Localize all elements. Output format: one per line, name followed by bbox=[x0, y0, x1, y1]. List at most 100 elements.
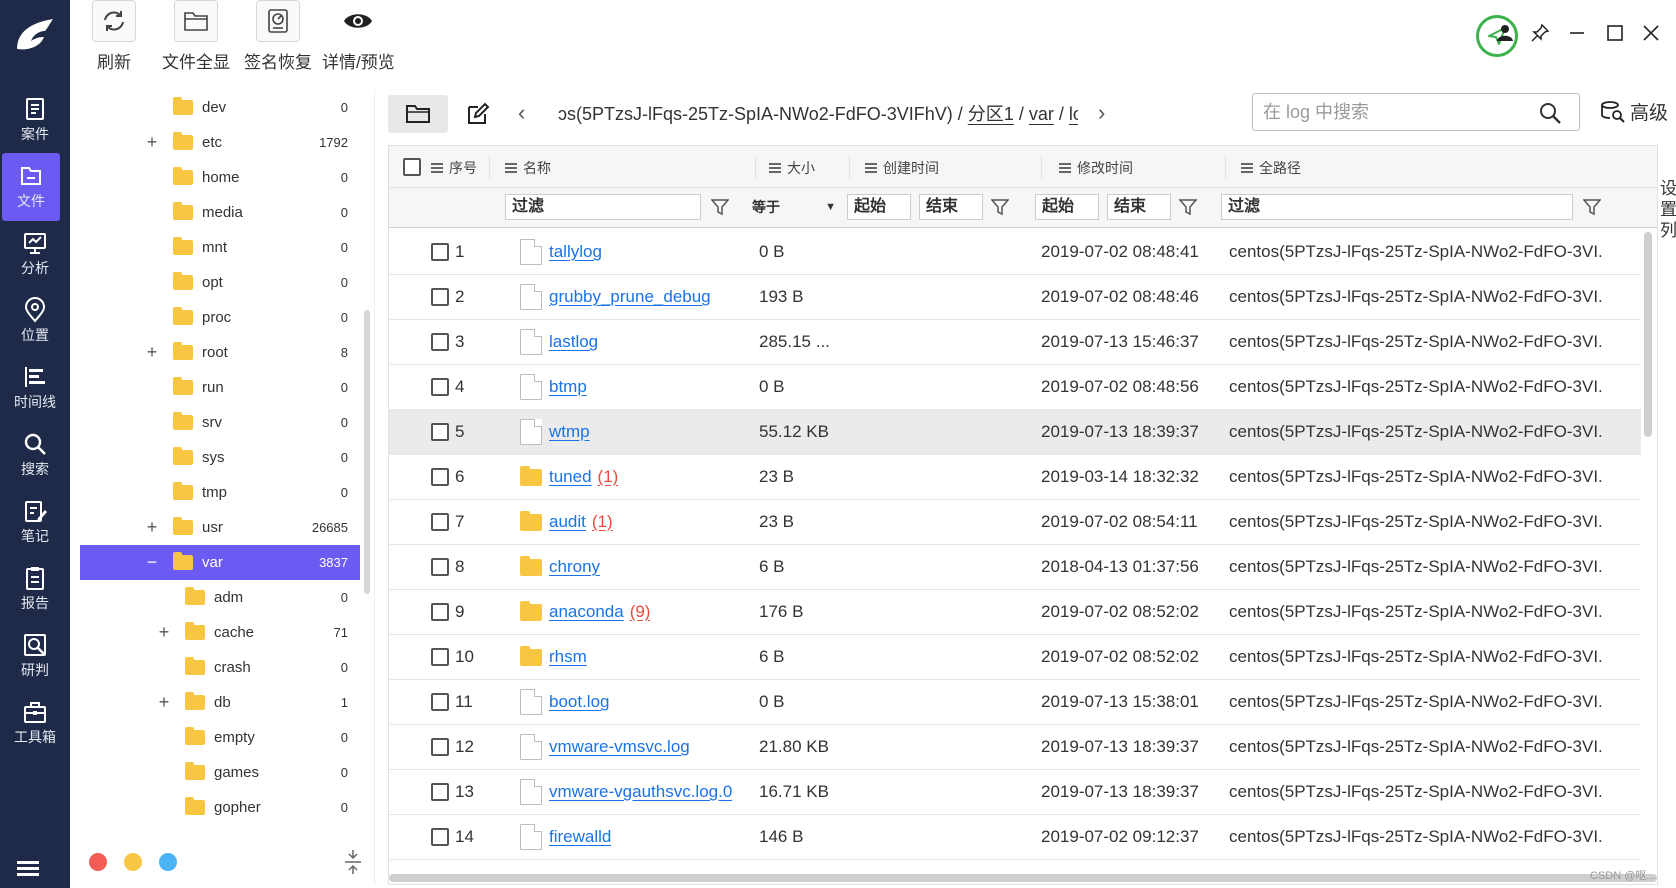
row-checkbox[interactable] bbox=[431, 468, 449, 486]
file-link[interactable]: anaconda bbox=[549, 602, 624, 621]
maximize-icon[interactable] bbox=[1600, 18, 1630, 48]
signature-recover-button[interactable]: 签名恢复 bbox=[244, 0, 312, 73]
child-count-badge[interactable]: (1) bbox=[592, 512, 613, 531]
tree-item[interactable]: empty 0 bbox=[80, 720, 360, 755]
tree-item[interactable]: + db 1 bbox=[80, 685, 360, 720]
collapse-icon[interactable] bbox=[342, 848, 364, 876]
filter-icon[interactable] bbox=[991, 198, 1009, 216]
row-checkbox[interactable] bbox=[431, 648, 449, 666]
table-horizontal-scrollbar[interactable] bbox=[389, 874, 1657, 882]
expand-toggle-icon[interactable]: + bbox=[145, 132, 159, 153]
tree-scrollbar[interactable] bbox=[364, 310, 370, 594]
name-filter-input[interactable]: 过滤 bbox=[505, 194, 701, 220]
row-checkbox[interactable] bbox=[431, 558, 449, 576]
nav-item[interactable]: 报告 bbox=[0, 555, 70, 623]
menu-icon[interactable] bbox=[15, 858, 41, 878]
folder-view-button[interactable] bbox=[388, 95, 448, 133]
tree-item[interactable]: run 0 bbox=[80, 370, 360, 405]
table-row[interactable]: 8 chrony 6 B 2018-04-13 01:37:56 centos(5PTz… bbox=[389, 545, 1641, 590]
file-link[interactable]: audit bbox=[549, 512, 586, 531]
pin-icon[interactable] bbox=[1525, 18, 1555, 48]
tree-item[interactable]: mnt 0 bbox=[80, 230, 360, 265]
show-all-files-button[interactable]: 文件全显 bbox=[162, 0, 230, 73]
file-link[interactable]: vmware-vgauthsvc.log.0 bbox=[549, 782, 732, 801]
row-checkbox[interactable] bbox=[431, 693, 449, 711]
tree-item[interactable]: sys 0 bbox=[80, 440, 360, 475]
tree-item[interactable]: home 0 bbox=[80, 160, 360, 195]
tree-item[interactable]: dev 0 bbox=[80, 90, 360, 125]
status-dot[interactable] bbox=[89, 853, 107, 871]
refresh-button[interactable]: 刷新 bbox=[92, 0, 136, 73]
filter-icon[interactable] bbox=[711, 198, 729, 216]
table-row[interactable]: 12 vmware-vmsvc.log 21.80 KB 2019-07-13 18:… bbox=[389, 725, 1641, 770]
table-row[interactable]: 2 grubby_prune_debug 193 B 2019-07-02 08:48… bbox=[389, 275, 1641, 320]
nav-item[interactable]: 案件 bbox=[0, 86, 70, 154]
breadcrumb-root[interactable]: ɔs(5PTzsJ-lFqs-25Tz-SpIA-NWo2-FdFO-3VIFh… bbox=[558, 104, 953, 124]
close-icon[interactable] bbox=[1636, 18, 1666, 48]
search-input[interactable] bbox=[1263, 100, 1533, 124]
table-row[interactable]: 13 vmware-vgauthsvc.log.0 16.71 KB 2019-07-… bbox=[389, 770, 1641, 815]
table-row[interactable]: 6 tuned (1) 23 B 2019-03-14 18:32:32 centos(5… bbox=[389, 455, 1641, 500]
nav-item[interactable]: 工具箱 bbox=[0, 689, 70, 757]
status-dot[interactable] bbox=[159, 853, 177, 871]
forward-arrow-icon[interactable]: › bbox=[1098, 100, 1105, 126]
table-row[interactable]: 14 firewalld 146 B 2019-07-02 09:12:37 cento… bbox=[389, 815, 1641, 860]
size-operator-select[interactable]: 等于 ▼ bbox=[745, 194, 841, 220]
nav-item[interactable]: 时间线 bbox=[0, 354, 70, 422]
file-link[interactable]: chrony bbox=[549, 557, 600, 576]
child-count-badge[interactable]: (9) bbox=[630, 602, 651, 621]
tree-item[interactable]: opt 0 bbox=[80, 265, 360, 300]
child-count-badge[interactable]: (1) bbox=[598, 467, 619, 486]
tree-item[interactable]: adm 0 bbox=[80, 580, 360, 615]
user-icon[interactable] bbox=[1490, 18, 1520, 48]
table-row[interactable]: 7 audit (1) 23 B 2019-07-02 08:54:11 centos(5… bbox=[389, 500, 1641, 545]
table-row[interactable]: 3 lastlog 285.15 ... 2019-07-13 15:46:37 cen… bbox=[389, 320, 1641, 365]
file-link[interactable]: rhsm bbox=[549, 647, 587, 666]
nav-item[interactable]: 分析 bbox=[0, 220, 70, 288]
path-filter-input[interactable]: 过滤 bbox=[1221, 194, 1573, 220]
column-fullpath[interactable]: 全路径 bbox=[1241, 158, 1301, 178]
column-created[interactable]: 创建时间 bbox=[865, 158, 939, 178]
nav-item[interactable]: 研判 bbox=[0, 622, 70, 690]
status-dot[interactable] bbox=[124, 853, 142, 871]
breadcrumb-log[interactable]: log bbox=[1069, 104, 1078, 124]
tree-item[interactable]: media 0 bbox=[80, 195, 360, 230]
nav-item[interactable]: 位置 bbox=[0, 287, 70, 355]
filter-icon[interactable] bbox=[1179, 198, 1197, 216]
tree-item[interactable]: crash 0 bbox=[80, 650, 360, 685]
breadcrumb-partition[interactable]: 分区1 bbox=[968, 104, 1014, 124]
tree-item[interactable]: tmp 0 bbox=[80, 475, 360, 510]
row-checkbox[interactable] bbox=[431, 513, 449, 531]
tree-item[interactable]: games 0 bbox=[80, 755, 360, 790]
tree-item[interactable]: + root 8 bbox=[80, 335, 360, 370]
row-checkbox[interactable] bbox=[431, 243, 449, 261]
breadcrumb-var[interactable]: var bbox=[1029, 104, 1054, 124]
tree-item[interactable]: + etc 1792 bbox=[80, 125, 360, 160]
nav-item[interactable]: 笔记 bbox=[0, 488, 70, 556]
expand-toggle-icon[interactable]: − bbox=[145, 552, 159, 573]
minimize-icon[interactable] bbox=[1562, 18, 1592, 48]
tree-item[interactable]: + usr 26685 bbox=[80, 510, 360, 545]
file-link[interactable]: tuned bbox=[549, 467, 592, 486]
file-link[interactable]: wtmp bbox=[549, 422, 590, 441]
expand-toggle-icon[interactable]: + bbox=[157, 692, 171, 713]
select-all-checkbox[interactable] bbox=[403, 158, 421, 176]
row-checkbox[interactable] bbox=[431, 333, 449, 351]
tree-item[interactable]: − var 3837 bbox=[80, 545, 360, 580]
modified-end-input[interactable]: 结束 bbox=[1107, 194, 1171, 220]
expand-toggle-icon[interactable]: + bbox=[145, 342, 159, 363]
file-link[interactable]: lastlog bbox=[549, 332, 598, 351]
column-modified[interactable]: 修改时间 bbox=[1059, 158, 1133, 178]
row-checkbox[interactable] bbox=[431, 378, 449, 396]
table-vertical-scrollbar[interactable] bbox=[1644, 232, 1652, 437]
table-row[interactable]: 10 rhsm 6 B 2019-07-02 08:52:02 centos(5PTzs… bbox=[389, 635, 1641, 680]
row-checkbox[interactable] bbox=[431, 828, 449, 846]
modified-start-input[interactable]: 起始 bbox=[1035, 194, 1099, 220]
nav-item[interactable]: 搜索 bbox=[0, 421, 70, 489]
file-link[interactable]: grubby_prune_debug bbox=[549, 287, 711, 306]
filter-icon[interactable] bbox=[1583, 198, 1601, 216]
tree-item[interactable]: proc 0 bbox=[80, 300, 360, 335]
advanced-search-button[interactable]: 高级 bbox=[1600, 98, 1668, 125]
nav-item[interactable]: 文件 bbox=[2, 153, 60, 221]
table-row[interactable]: 5 wtmp 55.12 KB 2019-07-13 18:39:37 centos(5… bbox=[389, 410, 1641, 455]
